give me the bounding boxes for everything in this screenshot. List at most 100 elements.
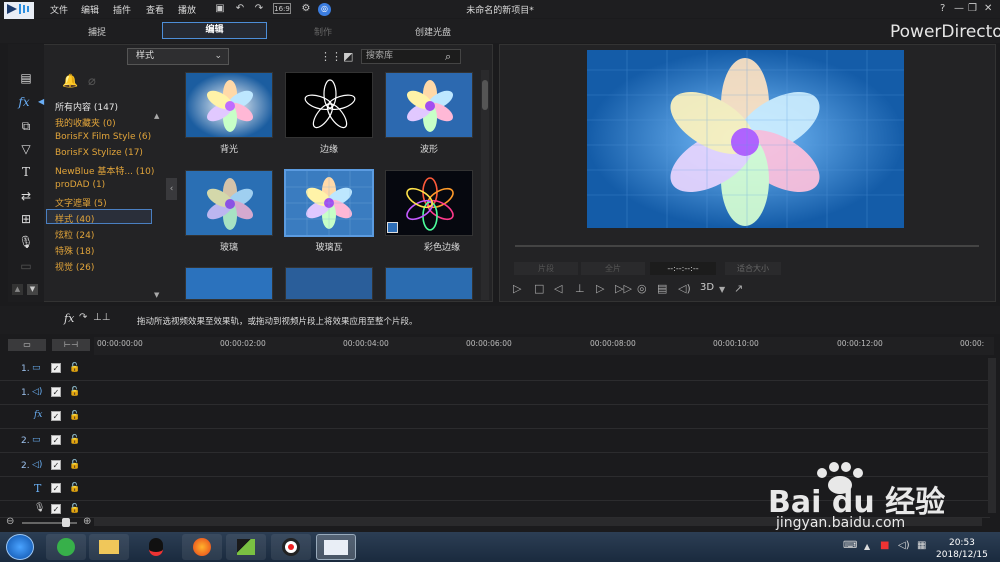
fx-tool-icon[interactable]: fx (64, 312, 74, 325)
category-borisfx-film[interactable]: BorisFX Film Style (6) (55, 132, 151, 142)
effect-thumb-glass[interactable] (185, 170, 273, 236)
zoom-in-icon[interactable]: ⊕ (83, 516, 91, 527)
track-enable-checkbox[interactable]: ✓ (51, 483, 61, 493)
apply-all-tool-icon[interactable]: ⊥⊥ (93, 312, 110, 323)
category-prodad[interactable]: proDAD (1) (55, 180, 105, 190)
lock-icon[interactable]: 🔓 (69, 483, 80, 493)
volume-icon[interactable]: ◁) (678, 282, 691, 295)
lock-icon[interactable]: 🔓 (69, 411, 80, 421)
fit-size-dropdown[interactable]: 适合大小 (725, 262, 781, 275)
tab-produce[interactable]: 制作 (314, 25, 332, 38)
track-row-effect[interactable] (0, 406, 990, 429)
category-scroll-up-icon[interactable]: ▲ (154, 112, 159, 120)
library-scroll-thumb[interactable] (482, 80, 488, 110)
track-enable-checkbox[interactable]: ✓ (51, 435, 61, 445)
undock-preview-icon[interactable]: ↗ (734, 282, 743, 295)
close-button[interactable]: ✕ (984, 3, 992, 14)
category-dropdown[interactable]: 样式 ⌄ (127, 48, 229, 65)
3d-mode-button[interactable]: 3D (700, 282, 714, 293)
volume-tray-icon[interactable]: ◁) (898, 540, 910, 551)
category-special[interactable]: 特殊 (18) (55, 244, 94, 257)
lock-icon[interactable]: 🔓 (69, 504, 80, 514)
lock-icon[interactable]: 🔓 (69, 363, 80, 373)
menu-playback[interactable]: 播放 (178, 3, 196, 16)
tray-expand-icon[interactable]: ▲ (864, 542, 870, 551)
help-button[interactable]: ? (940, 3, 945, 14)
thumbnail-size-icon[interactable]: ◩ (343, 50, 353, 63)
collapse-panel-button[interactable]: ‹ (166, 178, 177, 200)
track-row-audio-1[interactable] (0, 382, 990, 405)
voice-record-icon[interactable]: 🎙 (18, 235, 34, 249)
lock-icon[interactable]: 🔓 (69, 460, 80, 470)
timeline-view-button[interactable]: ▭ (8, 339, 46, 351)
keyboard-icon[interactable]: ⌨ (843, 540, 857, 551)
lock-icon[interactable]: 🔓 (69, 387, 80, 397)
category-favorites[interactable]: 我的收藏夹 (0) (55, 116, 116, 129)
aspect-ratio-icon[interactable]: 16:9 (273, 3, 291, 14)
track-enable-checkbox[interactable]: ✓ (51, 387, 61, 397)
previous-frame-icon[interactable]: ◁ (554, 282, 562, 295)
taskbar-app-recorder[interactable] (271, 534, 311, 560)
remove-effect-icon[interactable]: ⌀ (88, 74, 96, 89)
taskbar-app-firefox[interactable] (182, 534, 222, 560)
zoom-out-icon[interactable]: ⊖ (6, 516, 14, 527)
track-enable-checkbox[interactable]: ✓ (51, 460, 61, 470)
network-icon[interactable]: ▦ (917, 540, 926, 551)
transition-room-icon[interactable]: ⇄ (18, 189, 34, 203)
search-icon[interactable]: ⌕ (445, 50, 451, 64)
minimize-button[interactable]: — (954, 3, 964, 14)
subtitle-room-icon[interactable]: ▭ (18, 259, 34, 273)
taskbar-app-explorer[interactable] (89, 534, 129, 560)
play-icon[interactable]: ▷ (513, 282, 521, 295)
undo-icon[interactable]: ↶ (234, 3, 246, 14)
menu-file[interactable]: 文件 (50, 3, 68, 16)
fit-timeline-button[interactable]: ⊢⊣ (52, 339, 90, 351)
zoom-slider-handle[interactable] (62, 518, 70, 527)
tray-security-icon[interactable]: ■ (880, 540, 889, 551)
tab-capture[interactable]: 捕捉 (88, 25, 106, 38)
effect-thumb-edge[interactable] (285, 72, 373, 138)
clip-mode-button[interactable]: 片段 (514, 262, 578, 275)
timecode-display[interactable]: --:--:--:-- (650, 262, 716, 275)
particle-room-icon[interactable]: ▽ (18, 142, 34, 156)
category-newblue[interactable]: NewBlue 基本特... (10) (55, 164, 154, 177)
effect-thumb-row3-1[interactable] (185, 267, 273, 300)
tab-create-disc[interactable]: 创建光盘 (415, 25, 451, 38)
effect-thumb-row3-3[interactable] (385, 267, 473, 300)
lock-icon[interactable]: 🔓 (69, 435, 80, 445)
effect-thumb-backlight[interactable] (185, 72, 273, 138)
3d-dropdown-icon[interactable]: ▼ (719, 285, 725, 294)
preview-screen[interactable] (587, 50, 904, 228)
next-frame-icon[interactable]: ▷ (596, 282, 604, 295)
taskbar-app-360[interactable] (46, 534, 86, 560)
start-button[interactable] (6, 534, 34, 560)
preview-seek-bar[interactable] (515, 245, 979, 247)
import-effect-icon[interactable]: 🔔 (62, 74, 78, 89)
category-scroll-down-icon[interactable]: ▼ (154, 291, 159, 299)
redo-icon[interactable]: ↷ (253, 3, 265, 14)
effect-thumb-row3-2[interactable] (285, 267, 373, 300)
settings-gear-icon[interactable]: ⚙ (300, 3, 312, 14)
track-enable-checkbox[interactable]: ✓ (51, 504, 61, 514)
menu-plugins[interactable]: 插件 (113, 3, 131, 16)
category-borisfx-stylize[interactable]: BorisFX Stylize (17) (55, 148, 143, 158)
fx-room-icon[interactable]: fx (16, 95, 32, 109)
notification-icon[interactable]: ◎ (318, 3, 331, 16)
pip-room-icon[interactable]: ⧉ (18, 119, 34, 133)
save-icon[interactable]: ▣ (214, 3, 226, 14)
category-style[interactable]: 样式 (40) (55, 212, 94, 225)
subtitle-icon[interactable]: ▤ (657, 282, 667, 295)
snapshot-icon[interactable]: ◎ (637, 282, 647, 295)
tab-edit[interactable]: 编辑 (162, 22, 267, 39)
category-text-mask[interactable]: 文字遮罩 (5) (55, 196, 107, 209)
timeline-vertical-scrollbar[interactable] (988, 358, 996, 513)
movie-mode-button[interactable]: 全片 (581, 262, 645, 275)
grid-view-icon[interactable]: ⋮⋮ (320, 50, 342, 63)
mark-in-icon[interactable]: ⊥ (575, 282, 585, 295)
track-enable-checkbox[interactable]: ✓ (51, 411, 61, 421)
effect-thumb-color-edge[interactable] (385, 170, 473, 236)
fast-forward-icon[interactable]: ▷▷ (615, 282, 632, 295)
category-particles[interactable]: 炫粒 (24) (55, 228, 94, 241)
keyframe-tool-icon[interactable]: ↷ (79, 312, 87, 323)
track-enable-checkbox[interactable]: ✓ (51, 363, 61, 373)
